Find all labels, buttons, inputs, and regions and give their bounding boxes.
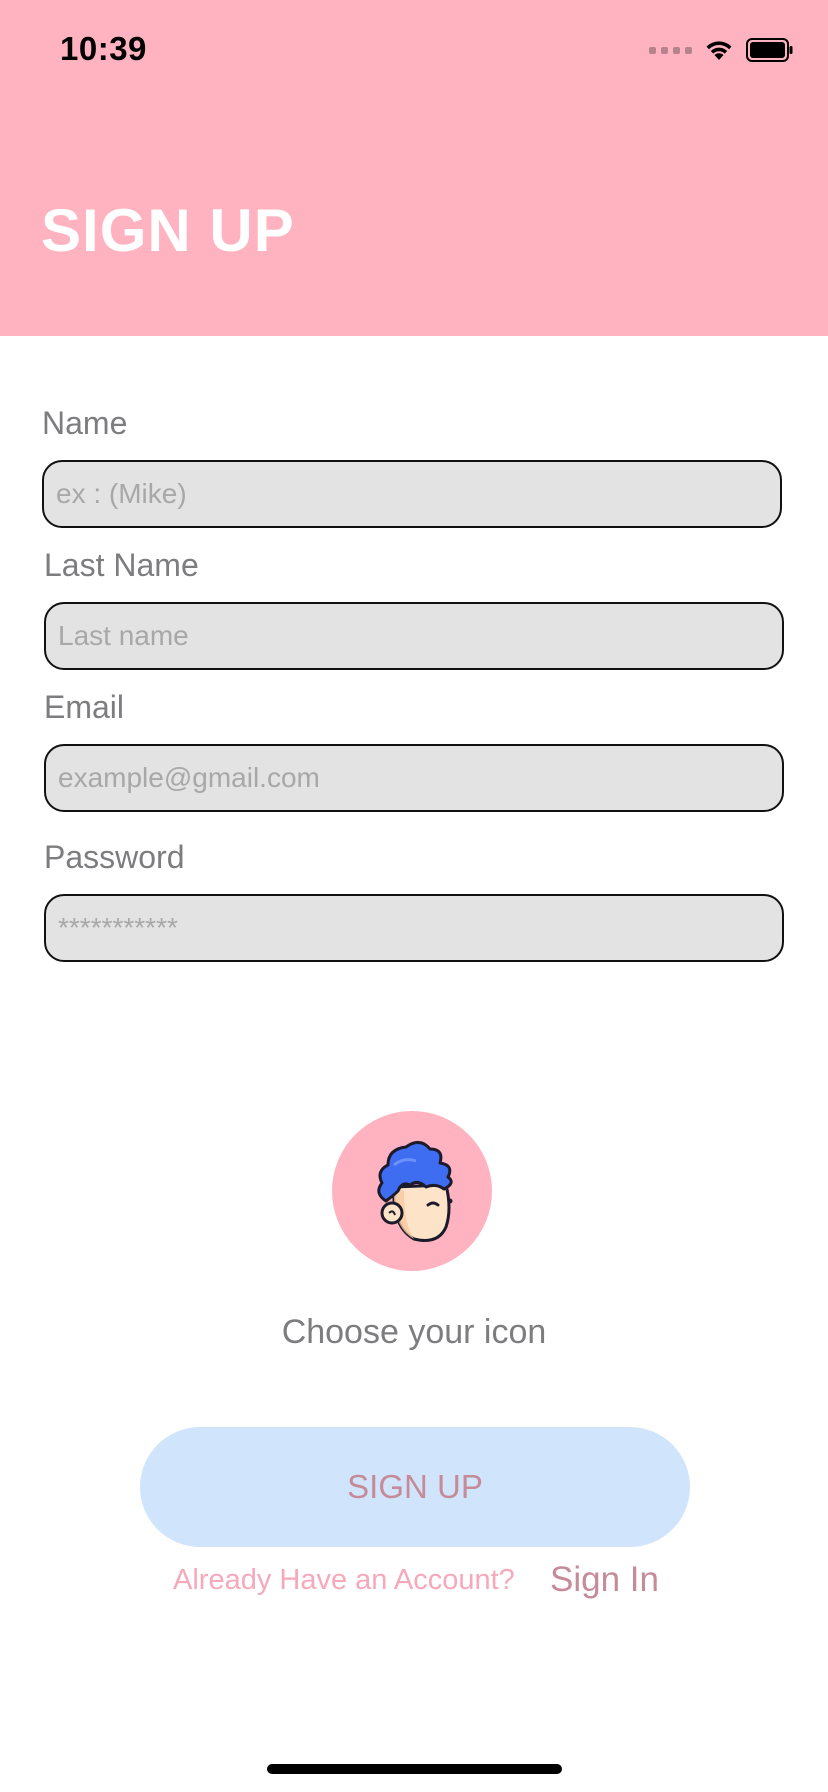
already-have-account-text: Already Have an Account? (173, 1564, 515, 1596)
header: 10:39 SIGN UP (0, 0, 828, 336)
password-input[interactable] (44, 894, 784, 962)
signup-screen: 10:39 SIGN UP Name Last Name Email Passw… (0, 0, 828, 1792)
name-input[interactable] (42, 460, 782, 528)
sign-in-link[interactable]: Sign In (550, 1560, 659, 1600)
last-name-input[interactable] (44, 602, 784, 670)
email-input[interactable] (44, 744, 784, 812)
choose-icon-caption: Choose your icon (281, 1313, 547, 1351)
name-label: Name (42, 405, 128, 441)
email-label: Email (44, 689, 125, 725)
battery-icon (746, 38, 793, 62)
status-icons (649, 36, 794, 64)
sign-up-button[interactable]: SIGN UP (140, 1427, 690, 1547)
password-label: Password (44, 839, 185, 875)
cartoon-boy-avatar-icon (377, 1141, 453, 1242)
page-title: SIGN UP (41, 197, 295, 264)
cellular-signal-icon (649, 46, 692, 54)
home-indicator[interactable] (267, 1764, 562, 1774)
last-name-label: Last Name (44, 547, 199, 583)
status-time: 10:39 (60, 30, 147, 67)
wifi-icon (706, 41, 732, 60)
avatar-picker[interactable] (332, 1111, 492, 1271)
